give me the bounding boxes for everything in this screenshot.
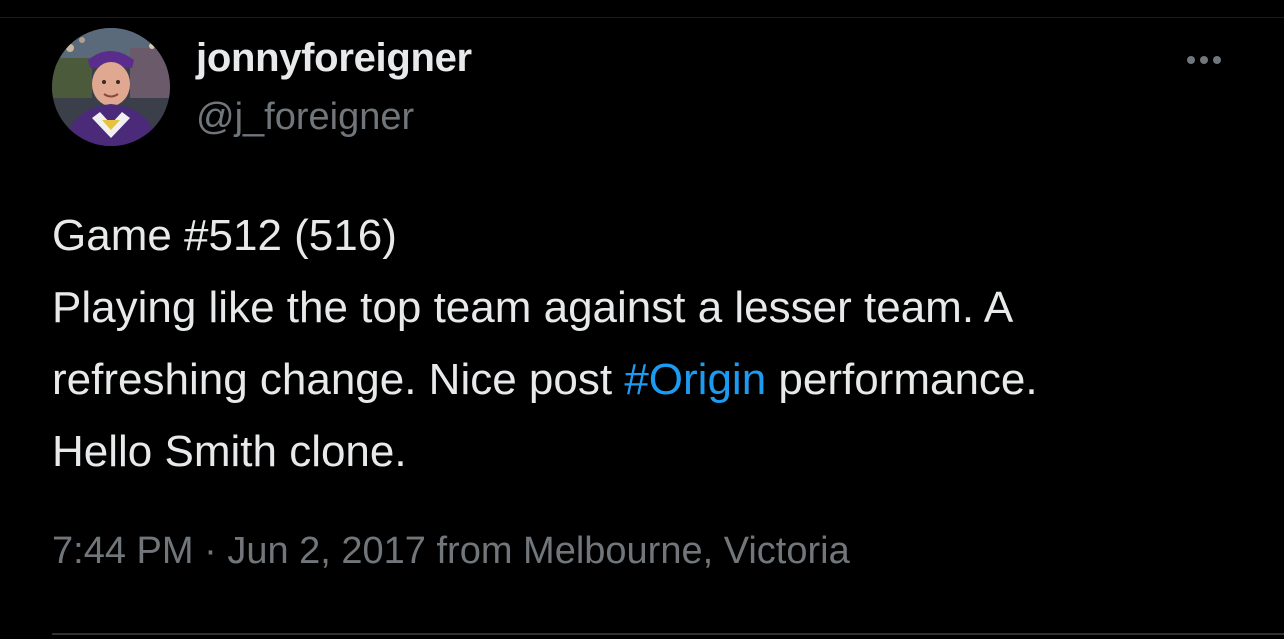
tweet-time[interactable]: 7:44 PM [52, 530, 194, 572]
tweet-text: Game #512 (516) Playing like the top tea… [52, 200, 1262, 488]
hashtag-link[interactable]: #Origin [624, 355, 766, 404]
more-horizontal-icon-dot [1213, 56, 1221, 64]
author-handle[interactable]: @j_foreigner [196, 96, 414, 139]
tweet-line: Game #512 (516) [52, 211, 397, 260]
tweet-text-segment: performance. [766, 355, 1038, 404]
tweet-location: from Melbourne, Victoria [425, 530, 850, 572]
avatar-photo [52, 28, 170, 146]
tweet-date[interactable]: Jun 2, 2017 [227, 530, 426, 572]
top-divider [0, 17, 1284, 18]
more-options-button[interactable] [1176, 44, 1232, 76]
tweet-line: Playing like the top team against a less… [52, 283, 1014, 332]
author-display-name[interactable]: jonnyforeigner [196, 36, 472, 81]
meta-separator: · [193, 530, 228, 572]
more-horizontal-icon [1187, 56, 1195, 64]
more-horizontal-icon-dot [1200, 56, 1208, 64]
tweet-line: Hello Smith clone. [52, 427, 407, 476]
tweet-line: refreshing change. Nice post #Origin per… [52, 344, 1262, 416]
tweet-metadata: 7:44 PM · Jun 2, 2017 from Melbourne, Vi… [52, 530, 850, 573]
tweet-text-segment: refreshing change. Nice post [52, 355, 625, 404]
avatar[interactable] [52, 28, 170, 146]
bottom-divider [52, 633, 1284, 635]
